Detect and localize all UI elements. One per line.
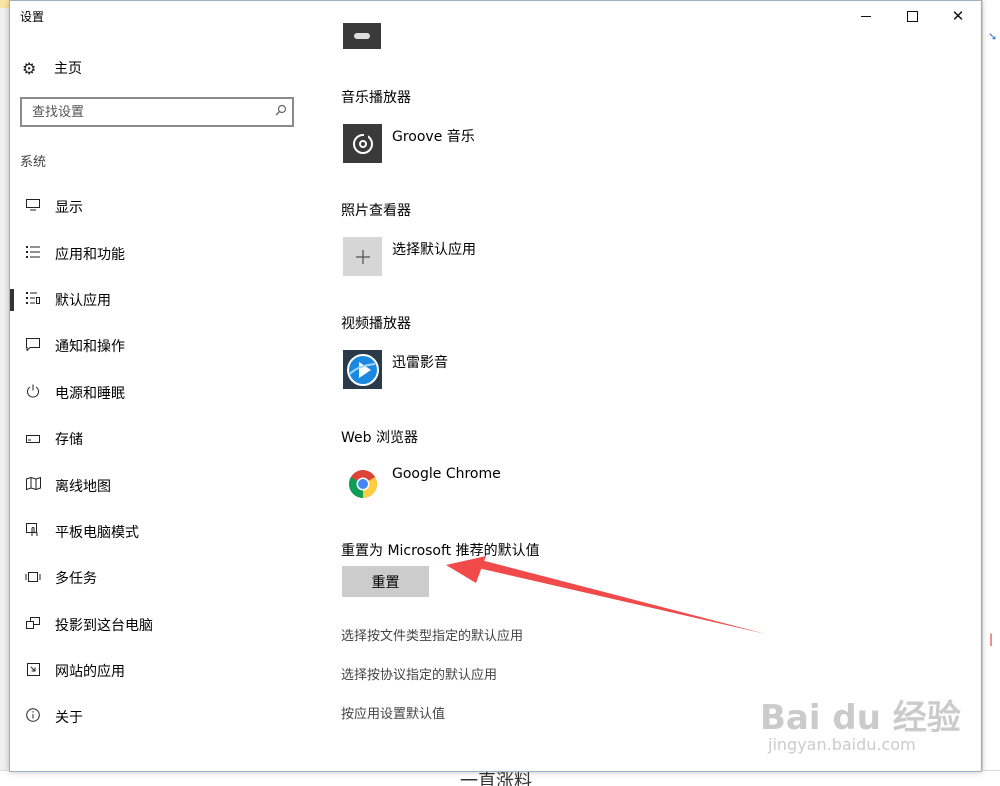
content-scrollbar[interactable] (980, 1, 981, 771)
project-icon (23, 616, 43, 633)
sidebar-item-default-apps[interactable]: 默认应用 (10, 277, 310, 323)
search-input[interactable] (22, 104, 270, 120)
xunlei-player-icon (343, 350, 382, 389)
sidebar-item-power-sleep[interactable]: 电源和睡眠 (10, 370, 310, 416)
storage-icon (23, 431, 43, 447)
sidebar-item-tablet-mode[interactable]: 平板电脑模式 (10, 509, 310, 555)
app-tile-icon[interactable] (343, 23, 381, 49)
app-name: 迅雷影音 (392, 355, 448, 371)
category-web-browser: Web 浏览器 (341, 430, 418, 446)
app-name: Google Chrome (392, 466, 501, 482)
sidebar-item-label: 默认应用 (55, 292, 111, 309)
plus-icon (343, 237, 382, 276)
category-photo-viewer: 照片查看器 (341, 203, 411, 219)
sidebar-item-label: 通知和操作 (55, 339, 125, 356)
sidebar-item-label: 电源和睡眠 (55, 385, 125, 402)
notification-icon (23, 337, 43, 355)
settings-window: 设置 ✕ ⚙ 主页 系统 显示 应用和功能 (9, 0, 982, 772)
background-text: 一直涨料 (460, 771, 532, 786)
background-fragment: ➘ (988, 30, 998, 43)
sidebar-nav: 显示 应用和功能 默认应用 通知和操作 电源和睡眠 存储 离线地图 平板电脑模式… (10, 184, 310, 741)
sidebar-item-label: 应用和功能 (55, 246, 125, 263)
window-title: 设置 (20, 10, 45, 24)
baidu-watermark: Bai du 经验 jingyan.baidu.com (760, 690, 961, 754)
reset-description: 重置为 Microsoft 推荐的默认值 (341, 543, 540, 559)
sidebar-item-label: 平板电脑模式 (55, 524, 139, 541)
sidebar-item-label: 离线地图 (55, 478, 111, 495)
default-apps-icon (23, 291, 43, 308)
app-picker-video[interactable]: 迅雷影音 (343, 350, 448, 389)
sidebar-item-multitasking[interactable]: 多任务 (10, 555, 310, 601)
monitor-icon (23, 199, 43, 215)
chrome-icon (343, 464, 382, 503)
info-icon (23, 708, 43, 726)
sidebar-item-storage[interactable]: 存储 (10, 416, 310, 462)
app-picker-browser[interactable]: Google Chrome (343, 464, 501, 503)
gear-icon: ⚙ (22, 58, 37, 78)
sidebar-item-notifications[interactable]: 通知和操作 (10, 323, 310, 369)
app-name: 选择默认应用 (392, 242, 476, 258)
app-picker-music[interactable]: Groove 音乐 (343, 124, 475, 163)
sidebar-item-apps-features[interactable]: 应用和功能 (10, 230, 310, 276)
list-icon (23, 245, 43, 262)
sidebar-item-label: 显示 (55, 200, 83, 217)
default-apps-panel: 音乐播放器 Groove 音乐 照片查看器 选择默认应用 视频播放器 迅雷影音 … (341, 1, 961, 771)
category-video-player: 视频播放器 (341, 316, 411, 332)
power-icon (23, 384, 43, 402)
section-label-system: 系统 (20, 155, 47, 170)
reset-button[interactable]: 重置 (342, 566, 429, 597)
map-icon (23, 476, 43, 494)
multitask-icon (23, 570, 43, 586)
sidebar-item-label: 网站的应用 (55, 664, 125, 681)
watermark-text: Bai du 经验 (760, 698, 961, 738)
background-fragment: | (989, 632, 994, 646)
link-set-defaults-by-app[interactable]: 按应用设置默认值 (341, 703, 445, 722)
tablet-icon (23, 522, 43, 541)
groove-music-icon (343, 124, 382, 163)
web-apps-icon (23, 662, 43, 680)
home-label: 主页 (54, 61, 82, 77)
link-default-by-protocol[interactable]: 选择按协议指定的默认应用 (341, 664, 497, 683)
home-nav-item[interactable]: ⚙ 主页 (22, 55, 82, 81)
category-music-player: 音乐播放器 (341, 90, 411, 106)
sidebar-item-label: 投影到这台电脑 (55, 617, 153, 634)
link-default-by-file-type[interactable]: 选择按文件类型指定的默认应用 (341, 625, 523, 644)
sidebar-item-apps-for-websites[interactable]: 网站的应用 (10, 648, 310, 694)
search-icon[interactable] (270, 104, 292, 120)
sidebar-item-offline-maps[interactable]: 离线地图 (10, 462, 310, 508)
sidebar-item-label: 存储 (55, 432, 83, 449)
sidebar-item-display[interactable]: 显示 (10, 184, 310, 230)
background-app-bottom: 一直涨料 (0, 770, 1000, 786)
background-app-edge: ➘ | (982, 0, 1000, 785)
sidebar-item-about[interactable]: 关于 (10, 694, 310, 740)
app-name: Groove 音乐 (392, 129, 475, 145)
app-picker-photos[interactable]: 选择默认应用 (343, 237, 476, 276)
sidebar-item-project[interactable]: 投影到这台电脑 (10, 602, 310, 648)
sidebar-item-label: 多任务 (55, 571, 97, 588)
sidebar-item-label: 关于 (55, 710, 83, 727)
search-box[interactable] (20, 97, 294, 127)
